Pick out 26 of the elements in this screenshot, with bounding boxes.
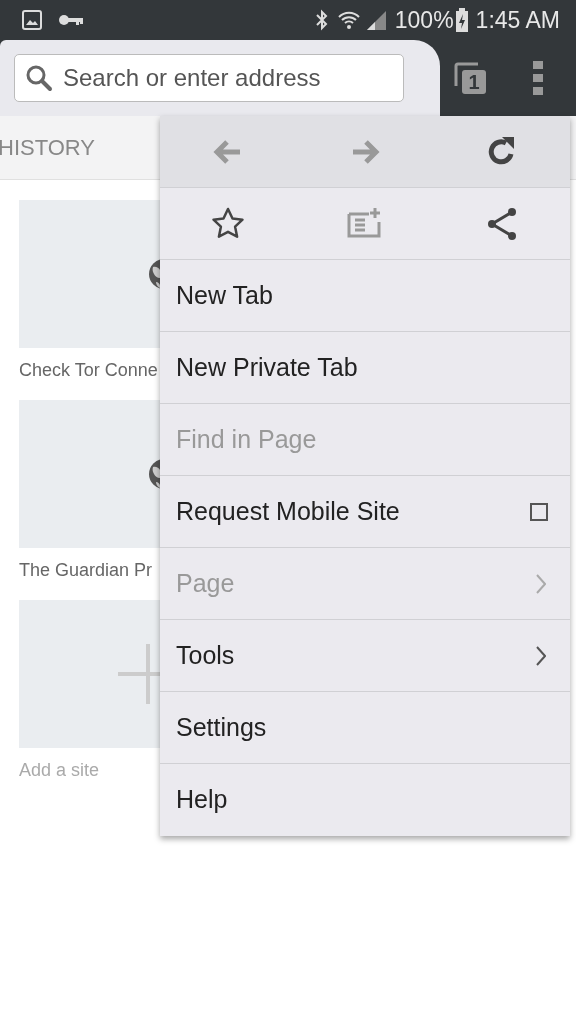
menu-item[interactable]: Request Mobile Site — [160, 476, 570, 548]
address-bar[interactable]: Search or enter address — [14, 54, 404, 102]
battery-percent: 100% — [394, 5, 454, 35]
tile-thumbnail[interactable] — [19, 600, 160, 748]
tile-thumbnail[interactable] — [19, 400, 160, 548]
tabs-button[interactable]: 1 — [448, 56, 492, 100]
plus-icon — [118, 644, 160, 704]
menu-item[interactable]: New Private Tab — [160, 332, 570, 404]
key-icon — [58, 13, 84, 27]
menu-item[interactable]: New Tab — [160, 260, 570, 332]
battery-charging-icon — [455, 8, 468, 32]
tile-thumbnail[interactable] — [19, 200, 160, 348]
menu-icon — [533, 61, 543, 95]
tile-title: The Guardian Pr — [19, 560, 154, 580]
bluetooth-icon — [314, 9, 329, 31]
image-icon — [22, 10, 42, 30]
tile-title: Add a site — [19, 760, 101, 780]
tile-title: Check Tor Conne — [19, 360, 159, 380]
menu-item[interactable]: Help — [160, 764, 570, 836]
chevron-right-icon — [536, 645, 546, 666]
search-icon — [25, 64, 53, 92]
menu-item[interactable]: Settings — [160, 692, 570, 764]
clock-time: 1:45 AM — [475, 5, 560, 35]
chevron-right-icon — [536, 573, 546, 594]
menu-item[interactable]: Tools — [160, 620, 570, 692]
wifi-icon — [336, 9, 361, 31]
